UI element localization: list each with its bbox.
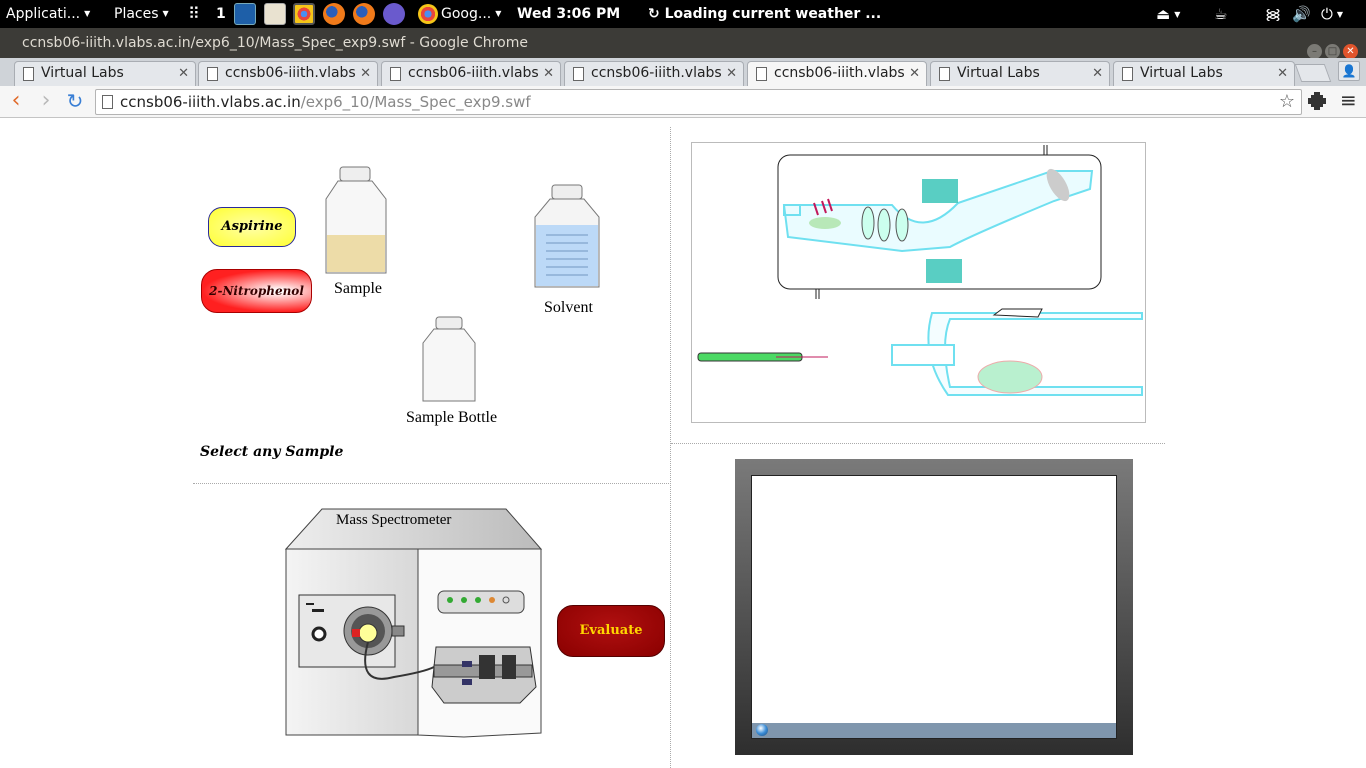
mass-spectrometer: [284, 508, 543, 738]
tab-label: ccnsb06-iiith.vlabs: [591, 65, 722, 81]
window-title: ccnsb06-iiith.vlabs.ac.in/exp6_10/Mass_S…: [22, 35, 528, 51]
nitrophenol-button[interactable]: 2-Nitrophenol: [201, 269, 312, 313]
url-path: /exp6_10/Mass_Spec_exp9.swf: [300, 93, 531, 111]
address-bar[interactable]: ccnsb06-iiith.vlabs.ac.in/exp6_10/Mass_S…: [95, 89, 1302, 115]
tab-close-icon[interactable]: ✕: [360, 62, 371, 85]
page-icon: [573, 67, 584, 81]
weather-label: Loading current weather ...: [664, 6, 882, 22]
cup-icon[interactable]: ☕: [1214, 0, 1227, 28]
volume-icon[interactable]: 🔊: [1292, 0, 1311, 28]
start-orb-icon: [756, 724, 768, 736]
tab-ccnsb06-1[interactable]: ccnsb06-iiith.vlabs ✕: [198, 61, 378, 86]
back-button[interactable]: ‹: [4, 90, 28, 114]
page-icon: [390, 67, 401, 81]
output-monitor: [735, 459, 1133, 755]
select-sample-prompt: Select any Sample: [200, 444, 344, 460]
eject-icon[interactable]: ⏏ ▼: [1156, 0, 1180, 28]
firefox-icon-2[interactable]: [353, 3, 375, 25]
new-tab-button[interactable]: [1294, 64, 1332, 82]
page-icon: [207, 67, 218, 81]
tab-close-icon[interactable]: ✕: [178, 62, 189, 85]
tab-close-icon[interactable]: ✕: [726, 62, 737, 85]
url-host: ccnsb06-iiith.vlabs.ac.in: [120, 93, 301, 111]
tab-ccnsb06-2[interactable]: ccnsb06-iiith.vlabs ✕: [381, 61, 561, 86]
page-icon: [23, 67, 34, 81]
sample-bottle-filled[interactable]: [322, 165, 390, 277]
top-panel: Applicati... ▼ Places ▼ ⠿ 1 Goog... ▼ Wed 3…: [0, 0, 1366, 28]
evaluate-button[interactable]: Evaluate: [557, 605, 665, 657]
applications-menu[interactable]: Applicati... ▼: [6, 0, 90, 28]
page-icon: [939, 67, 950, 81]
maximize-button[interactable]: □: [1325, 44, 1340, 59]
page-icon: [102, 95, 113, 109]
chrome-icon: [418, 4, 438, 24]
chrome-task-button[interactable]: Goog... ▼: [418, 0, 501, 28]
flash-simulation: Aspirine 2-Nitrophenol Sample Solvent Sa…: [0, 119, 1366, 768]
grid-icon[interactable]: ⠿: [188, 0, 200, 28]
monitor-taskbar: [752, 723, 1116, 738]
left-divider: [193, 483, 671, 484]
eclipse-icon[interactable]: [383, 3, 405, 25]
vertical-divider: [670, 127, 671, 768]
wifi-icon[interactable]: ᯼: [1265, 0, 1281, 28]
tab-strip: Virtual Labs ✕ ccnsb06-iiith.vlabs ✕ ccnsb…: [0, 58, 1366, 86]
chrome-launcher-icon[interactable]: [293, 3, 315, 25]
tab-close-icon[interactable]: ✕: [909, 62, 920, 85]
tab-ccnsb06-3[interactable]: ccnsb06-iiith.vlabs ✕: [564, 61, 744, 86]
tab-close-icon[interactable]: ✕: [1092, 62, 1103, 85]
monitor-screen: [751, 475, 1117, 739]
firefox-icon[interactable]: [323, 3, 345, 25]
reload-button[interactable]: ↻: [63, 90, 87, 114]
bookmark-star-icon[interactable]: ☆: [1279, 90, 1295, 114]
film-icon[interactable]: [1308, 92, 1326, 110]
solvent-label: Solvent: [544, 299, 593, 316]
tab-label: Virtual Labs: [1140, 65, 1223, 81]
tab-label: Virtual Labs: [957, 65, 1040, 81]
sample-bottle-empty[interactable]: [420, 315, 478, 405]
right-divider: [671, 443, 1165, 444]
applications-label: Applicati...: [6, 6, 81, 22]
chrome-task-label: Goog...: [441, 6, 492, 22]
tab-label: ccnsb06-iiith.vlabs: [774, 65, 905, 81]
workspace-indicator[interactable]: 1: [216, 0, 226, 28]
tab-virtual-labs-1[interactable]: Virtual Labs ✕: [14, 61, 196, 86]
places-menu[interactable]: Places ▼: [114, 0, 169, 28]
close-window-button[interactable]: ✕: [1343, 44, 1358, 59]
clock[interactable]: Wed 3:06 PM: [517, 0, 620, 28]
browser-toolbar: ‹ › ↻ ccnsb06-iiith.vlabs.ac.in/exp6_10/…: [0, 86, 1366, 118]
sample-label: Sample: [334, 280, 382, 297]
forward-button[interactable]: ›: [34, 90, 58, 114]
solvent-bottle[interactable]: [532, 183, 602, 291]
tab-label: Virtual Labs: [41, 65, 124, 81]
power-icon[interactable]: ⏻ ▼: [1321, 0, 1343, 28]
mass-analyzer-schematic: [697, 145, 1143, 396]
ionization-diagram: [691, 142, 1146, 423]
files-icon[interactable]: [264, 3, 286, 25]
tab-ccnsb06-active[interactable]: ccnsb06-iiith.vlabs ✕: [747, 61, 927, 86]
page-icon: [1122, 67, 1133, 81]
tab-close-icon[interactable]: ✕: [543, 62, 554, 85]
desktop-icon[interactable]: [234, 3, 256, 25]
tab-virtual-labs-3[interactable]: Virtual Labs ✕: [1113, 61, 1295, 86]
tab-label: ccnsb06-iiith.vlabs: [225, 65, 356, 81]
sample-bottle-label: Sample Bottle: [406, 409, 498, 426]
refresh-icon: ↻: [648, 6, 665, 22]
places-label: Places: [114, 6, 159, 22]
window-titlebar: ccnsb06-iiith.vlabs.ac.in/exp6_10/Mass_S…: [0, 28, 1366, 59]
tab-close-icon[interactable]: ✕: [1277, 62, 1288, 85]
menu-icon[interactable]: ≡: [1340, 88, 1357, 112]
tab-label: ccnsb06-iiith.vlabs: [408, 65, 539, 81]
page-icon: [756, 67, 767, 81]
tab-virtual-labs-2[interactable]: Virtual Labs ✕: [930, 61, 1110, 86]
mass-spectrometer-label: Mass Spectrometer: [336, 512, 452, 528]
profile-icon[interactable]: 👤: [1338, 61, 1360, 81]
weather-indicator[interactable]: ↻ Loading current weather ...: [648, 0, 881, 28]
aspirine-button[interactable]: Aspirine: [208, 207, 296, 247]
minimize-button[interactable]: –: [1307, 44, 1322, 59]
